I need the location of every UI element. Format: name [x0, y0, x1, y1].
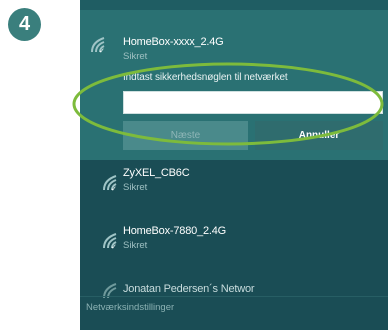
network-settings-link[interactable]: Netværksindstillinger	[86, 302, 174, 313]
wifi-network-panel: ✓ HomeBox-xxxx_2.4G Sikret Indtast sikke…	[80, 0, 388, 330]
network-status: Sikret	[123, 182, 148, 193]
screenshot-stage: 4 ✓ HomeBox-xxxx_2.4G Sikret Indtast sik…	[0, 0, 388, 330]
panel-top-strip	[80, 0, 388, 10]
wifi-signal-icon: ✓	[103, 175, 117, 192]
svg-text:✓: ✓	[111, 243, 117, 250]
security-key-input[interactable]	[123, 91, 383, 114]
svg-text:✓: ✓	[99, 47, 105, 54]
cancel-button[interactable]: Annuller	[255, 121, 383, 150]
network-name: HomeBox-xxxx_2.4G	[123, 36, 224, 48]
svg-text:✓: ✓	[111, 185, 117, 192]
wifi-signal-icon: ✓	[91, 37, 105, 54]
wifi-signal-icon	[103, 283, 117, 299]
network-name: HomeBox-7880_2.4G	[123, 225, 226, 237]
network-name: Jonatan Pedersen´s Networ	[123, 283, 255, 295]
network-name: ZyXEL_CB6C	[123, 167, 190, 179]
wifi-signal-icon: ✓	[103, 233, 117, 250]
footer-divider	[80, 296, 388, 297]
step-number-badge: 4	[8, 8, 41, 41]
security-key-prompt: Indtast sikkerhedsnøglen til netværket	[123, 72, 288, 83]
network-status: Sikret	[123, 51, 148, 62]
network-item-active[interactable]: ✓ HomeBox-xxxx_2.4G Sikret Indtast sikke…	[80, 10, 388, 160]
network-status: Sikret	[123, 240, 148, 251]
next-button[interactable]: Næste	[123, 121, 248, 150]
